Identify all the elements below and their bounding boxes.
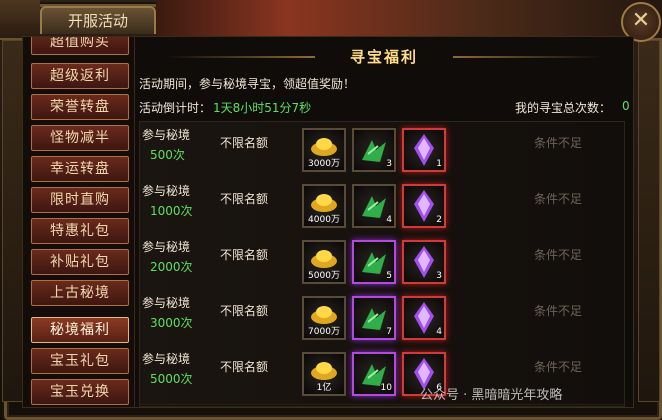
reward-slot-jade[interactable]: 10: [352, 352, 396, 396]
sidebar-item-super-rebate[interactable]: 超级返利: [31, 63, 129, 89]
reward-slot-jade[interactable]: 3: [352, 128, 396, 172]
quota-limit: 不限名额: [220, 248, 269, 262]
requirement-count: 2000次: [150, 260, 193, 274]
total-count-value: 0: [622, 99, 630, 113]
requirement-count: 1000次: [150, 204, 193, 218]
reward-list: 参与秘境 500次 不限名额 3000万 3 1 条件不足 参与秘境 1000次…: [139, 121, 625, 407]
quota-limit: 不限名额: [220, 304, 269, 318]
reward-row: 参与秘境 2000次 不限名额 5000万 5 3 条件不足: [140, 234, 624, 293]
sidebar-item-realm-welfare[interactable]: 秘境福利: [31, 317, 129, 343]
window-title: 开服活动: [67, 12, 128, 30]
left-side-decoration: [2, 40, 24, 402]
quota-limit: 不限名额: [220, 360, 269, 374]
total-count-label: 我的寻宝总次数：: [515, 101, 612, 115]
claim-status[interactable]: 条件不足: [534, 134, 582, 151]
main-panel: 寻宝福利 活动期间，参与秘境寻宝，领超值奖励！ 活动倒计时： 1天8小时51分7…: [134, 36, 634, 408]
sidebar-item-super-value-purchase[interactable]: 超值购买: [31, 37, 129, 55]
watermark: 公众号 · 黑暗暗光年攻略: [420, 388, 563, 403]
sidebar-item-jade-exchange[interactable]: 宝玉兑换: [31, 379, 129, 405]
sidebar-item-honor-wheel[interactable]: 荣誉转盘: [31, 94, 129, 120]
claim-status[interactable]: 条件不足: [534, 358, 582, 375]
sidebar-item-limited-purchase[interactable]: 限时直购: [31, 187, 129, 213]
reward-slot-jade[interactable]: 4: [352, 184, 396, 228]
reward-slot-crystal[interactable]: 4: [402, 296, 446, 340]
requirement-label: 参与秘境: [142, 128, 191, 142]
reward-slot-jade[interactable]: 7: [352, 296, 396, 340]
sidebar-item-monster-half[interactable]: 怪物减半: [31, 125, 129, 151]
claim-status[interactable]: 条件不足: [534, 246, 582, 263]
countdown-value: 1天8小时51分7秒: [213, 101, 312, 115]
sidebar-item-jade-pack[interactable]: 宝玉礼包: [31, 348, 129, 374]
reward-slot-gold[interactable]: 1亿: [302, 352, 346, 396]
reward-row: 参与秘境 500次 不限名额 3000万 3 1 条件不足: [140, 122, 624, 181]
panel-header: 寻宝福利: [135, 43, 633, 71]
requirement-label: 参与秘境: [142, 184, 191, 198]
reward-slot-gold[interactable]: 4000万: [302, 184, 346, 228]
close-icon: ✕: [631, 8, 651, 33]
countdown-label: 活动倒计时：: [139, 101, 212, 115]
claim-status[interactable]: 条件不足: [534, 190, 582, 207]
event-description: 活动期间，参与秘境寻宝，领超值奖励！: [139, 77, 356, 91]
reward-slot-gold[interactable]: 7000万: [302, 296, 346, 340]
reward-slot-gold[interactable]: 3000万: [302, 128, 346, 172]
reward-slot-jade[interactable]: 5: [352, 240, 396, 284]
reward-row: 参与秘境 3000次 不限名额 7000万 7 4 条件不足: [140, 290, 624, 349]
header-ornament-middle: [156, 0, 486, 40]
reward-slot-gold[interactable]: 5000万: [302, 240, 346, 284]
claim-status[interactable]: 条件不足: [534, 302, 582, 319]
sidebar-item-lucky-wheel[interactable]: 幸运转盘: [31, 156, 129, 182]
reward-slot-crystal[interactable]: 2: [402, 184, 446, 228]
reward-slot-crystal[interactable]: 1: [402, 128, 446, 172]
requirement-count: 5000次: [150, 372, 193, 386]
reward-slot-crystal[interactable]: 3: [402, 240, 446, 284]
quota-limit: 不限名额: [220, 192, 269, 206]
requirement-count: 500次: [150, 148, 185, 162]
requirement-label: 参与秘境: [142, 352, 191, 366]
sidebar-item-subsidy-pack[interactable]: 补贴礼包: [31, 249, 129, 275]
window-title-tab: 开服活动: [40, 6, 156, 34]
requirement-label: 参与秘境: [142, 240, 191, 254]
reward-row: 参与秘境 1000次 不限名额 4000万 4 2 条件不足: [140, 178, 624, 237]
requirement-label: 参与秘境: [142, 296, 191, 310]
sidebar-item-special-pack[interactable]: 特惠礼包: [31, 218, 129, 244]
quota-limit: 不限名额: [220, 136, 269, 150]
right-side-decoration: [638, 40, 660, 402]
header-ornament-left: [0, 0, 40, 40]
header-divider-right: [453, 56, 603, 58]
sidebar-item-ancient-realm[interactable]: 上古秘境: [31, 280, 129, 306]
sidebar: 超值购买 超级返利 荣誉转盘 怪物减半 幸运转盘 限时直购 特惠礼包 补贴礼包 …: [22, 36, 136, 408]
requirement-count: 3000次: [150, 316, 193, 330]
